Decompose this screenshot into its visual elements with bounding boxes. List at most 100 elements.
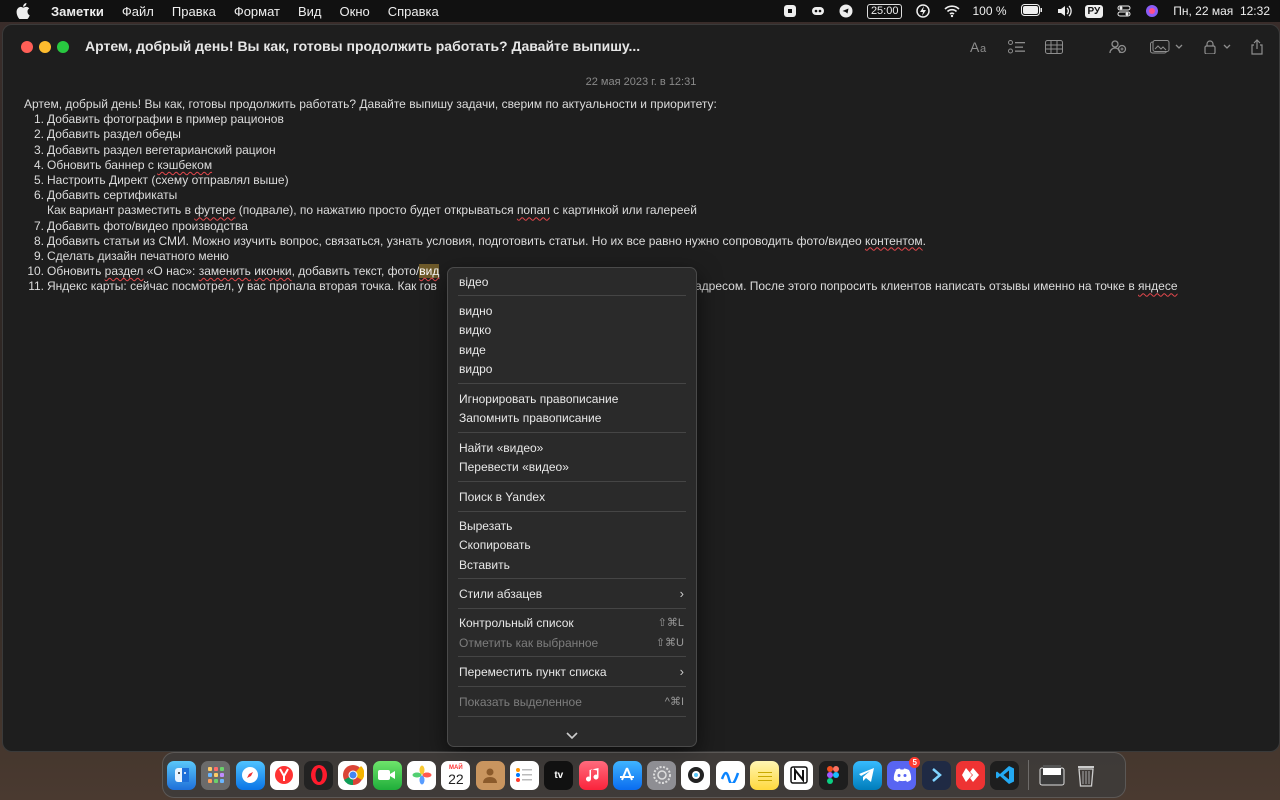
input-language[interactable]: РУ — [1084, 4, 1104, 18]
menu-checklist[interactable]: Контрольный список ⇧⌘L — [448, 613, 696, 632]
list-item: 4. Обновить баннер с кэшбеком — [33, 157, 213, 172]
reminders-icon[interactable] — [509, 760, 539, 790]
menu-window[interactable]: Окно — [331, 4, 379, 19]
menu-separator — [458, 608, 686, 609]
menu-separator — [458, 716, 686, 717]
menu-separator — [458, 686, 686, 687]
cube-icon[interactable] — [783, 4, 797, 18]
context-menu: відео видно видко виде видро Игнорироват… — [447, 267, 697, 747]
telegram-status-icon[interactable] — [839, 4, 853, 18]
menu-paragraph-styles[interactable]: Стили абзацев › — [448, 584, 696, 603]
menu-cut[interactable]: Вырезать — [448, 516, 696, 535]
control-center-icon[interactable] — [1117, 4, 1131, 18]
menu-find[interactable]: Найти «видео» — [448, 438, 696, 457]
menu-help[interactable]: Справка — [379, 4, 448, 19]
trash-icon[interactable] — [1072, 761, 1101, 790]
chat-app-icon[interactable] — [681, 760, 711, 790]
menu-file[interactable]: Файл — [113, 4, 163, 19]
wifi-icon[interactable] — [944, 4, 961, 18]
photos-icon[interactable] — [407, 760, 437, 790]
table-icon[interactable] — [1043, 37, 1065, 57]
menu-search-yandex[interactable]: Поиск в Yandex — [448, 487, 696, 506]
finder-icon[interactable] — [167, 760, 196, 790]
figma-icon[interactable] — [818, 760, 848, 790]
menu-mark-checked: Отметить как выбранное ⇧⌘U — [459, 635, 684, 650]
menu-learn-spelling[interactable]: Запомнить правописание — [448, 408, 696, 427]
contacts-icon[interactable] — [475, 760, 505, 790]
status-area: 25:00 100 % РУ Пн, 22 мая 12:32 — [783, 0, 1270, 22]
menu-format[interactable]: Формат — [225, 4, 289, 19]
menu-suggestion[interactable]: виде — [448, 340, 696, 359]
vscode-icon[interactable] — [990, 760, 1020, 790]
app-store-icon[interactable] — [612, 760, 642, 790]
menu-scroll-down[interactable] — [448, 726, 696, 746]
chrome-icon[interactable] — [338, 760, 368, 790]
list-item: 1. Добавить фотографии в пример рационов — [33, 112, 284, 127]
menu-view[interactable]: Вид — [289, 4, 331, 19]
menu-separator — [458, 656, 686, 657]
menu-ignore-spelling[interactable]: Игнорировать правописание — [448, 389, 696, 408]
menu-separator — [458, 578, 686, 579]
close-button[interactable] — [21, 41, 33, 53]
safari-icon[interactable] — [235, 760, 265, 790]
svg-text:A: A — [970, 40, 980, 54]
menu-suggestion[interactable]: відео — [448, 272, 696, 291]
notes-icon[interactable] — [750, 760, 780, 790]
chevron-right-icon: › — [679, 664, 684, 679]
misspelled-word: контентом — [865, 233, 923, 248]
list-item-sub: Как вариант разместить в футере (подвале… — [47, 203, 697, 218]
volume-icon[interactable] — [1057, 4, 1072, 18]
fullscreen-button[interactable] — [57, 41, 69, 53]
menu-suggestion[interactable]: видро — [448, 359, 696, 378]
minimize-button[interactable] — [39, 41, 51, 53]
yandex-browser-icon[interactable] — [269, 760, 299, 790]
menu-bar: Заметки Файл Правка Формат Вид Окно Спра… — [0, 0, 1280, 22]
apple-icon[interactable] — [16, 3, 32, 19]
downloads-folder-icon[interactable] — [1037, 761, 1066, 790]
menu-paste[interactable]: Вставить — [448, 555, 696, 574]
selected-word: вид — [419, 264, 440, 279]
menu-move-list-item[interactable]: Переместить пункт списка › — [448, 662, 696, 681]
lock-icon[interactable] — [1201, 37, 1237, 57]
anydesk-icon[interactable] — [955, 760, 985, 790]
list-item: 3. Добавить раздел вегетарианский рацион — [33, 142, 276, 157]
dev-tool-icon[interactable] — [921, 760, 951, 790]
chevron-right-icon: › — [679, 586, 684, 601]
system-settings-icon[interactable] — [647, 760, 677, 790]
menu-copy[interactable]: Скопировать — [448, 535, 696, 554]
share-icon[interactable] — [1247, 37, 1267, 57]
siri-icon[interactable] — [1145, 4, 1159, 18]
dock-separator — [1028, 760, 1030, 790]
music-icon[interactable] — [578, 760, 608, 790]
format-text-icon[interactable]: Aa — [969, 37, 991, 57]
date-time[interactable]: Пн, 22 мая 12:32 — [1173, 4, 1270, 18]
menu-translate[interactable]: Перевести «видео» — [448, 457, 696, 476]
menu-separator — [458, 481, 686, 482]
menu-app-name[interactable]: Заметки — [42, 4, 113, 19]
checklist-icon[interactable] — [1006, 37, 1028, 57]
misspelled-word: попап — [516, 203, 550, 218]
menu-edit[interactable]: Правка — [163, 4, 225, 19]
note-body[interactable]: Артем, добрый день! Вы как, готовы продо… — [24, 97, 1264, 294]
bolt-icon[interactable] — [916, 4, 931, 18]
launchpad-icon[interactable] — [201, 760, 231, 790]
notion-icon[interactable] — [784, 760, 814, 790]
battery-icon[interactable] — [1020, 4, 1043, 18]
opera-icon[interactable] — [304, 760, 334, 790]
list-item: 5. Настроить Директ (схему отправлял выше… — [33, 172, 289, 187]
discord-icon[interactable]: 5 — [887, 756, 921, 790]
media-icon[interactable] — [1147, 37, 1187, 57]
freeform-icon[interactable] — [715, 760, 745, 790]
menu-suggestion[interactable]: видно — [448, 301, 696, 320]
collaborate-icon[interactable] — [1107, 37, 1129, 57]
apple-tv-icon[interactable]: tv — [544, 760, 574, 790]
gamepad-icon[interactable] — [811, 4, 825, 18]
list-item: 9. Сделать дизайн печатного меню — [33, 248, 229, 263]
window-title: Артем, добрый день! Вы как, готовы продо… — [85, 38, 641, 54]
menu-suggestion[interactable]: видко — [448, 320, 696, 339]
dock: МАЙ 22 tv 5 — [162, 752, 1126, 798]
telegram-icon[interactable] — [852, 760, 882, 790]
facetime-icon[interactable] — [372, 760, 402, 790]
timer-value[interactable]: 25:00 — [866, 3, 903, 19]
calendar-icon[interactable]: МАЙ 22 — [441, 760, 471, 790]
